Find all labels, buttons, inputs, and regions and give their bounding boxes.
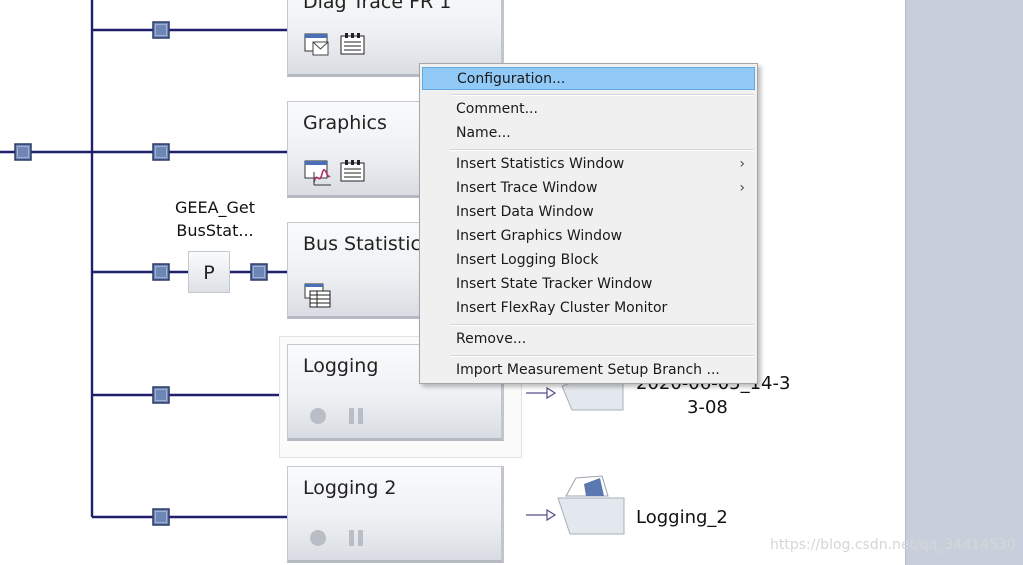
- menu-item-insert-data-window[interactable]: Insert Data Window: [422, 201, 755, 224]
- menu-separator: [450, 355, 754, 357]
- record-pause-icons: [310, 530, 363, 546]
- config-sheet-icon[interactable]: [340, 160, 366, 184]
- submenu-arrow-icon: ›: [739, 156, 745, 172]
- watermark-text: https://blog.csdn.net/qq_34414530: [770, 537, 1016, 553]
- menu-item-insert-graphics-window[interactable]: Insert Graphics Window: [422, 225, 755, 248]
- trace-window-icon[interactable]: [304, 33, 330, 57]
- logging-file-label-2: 3-08: [687, 397, 728, 418]
- logging2-file-folder-icon[interactable]: [556, 474, 626, 538]
- menu-item-insert-logging-block[interactable]: Insert Logging Block: [422, 249, 755, 272]
- function-node-p[interactable]: P: [188, 251, 230, 293]
- block-title: Logging 2: [303, 477, 397, 499]
- menu-item-insert-state-tracker-window[interactable]: Insert State Tracker Window: [422, 273, 755, 296]
- block-title: Diag Trace FR 1: [303, 0, 452, 13]
- menu-item-name[interactable]: Name...: [422, 122, 755, 145]
- menu-item-configuration[interactable]: Configuration...: [422, 67, 755, 90]
- menu-separator: [450, 324, 754, 326]
- config-sheet-icon[interactable]: [340, 33, 366, 57]
- submenu-arrow-icon: ›: [739, 180, 745, 196]
- right-side-panel: [905, 0, 1023, 565]
- menu-separator: [450, 149, 754, 151]
- function-node-label: GEEA_Get BusStat...: [174, 198, 256, 240]
- menu-item-insert-flexray-cluster-monitor[interactable]: Insert FlexRay Cluster Monitor: [422, 297, 755, 320]
- menu-separator: [450, 94, 754, 96]
- statistics-window-icon[interactable]: [304, 283, 332, 309]
- block-logging-2[interactable]: Logging 2: [287, 466, 504, 563]
- block-title: Graphics: [303, 112, 387, 134]
- measurement-setup-canvas[interactable]: Diag Trace FR 1 Graphics GEEA_Get BusSta…: [0, 0, 1023, 565]
- context-menu: Configuration... Comment... Name... Inse…: [419, 63, 758, 384]
- block-title: Logging: [303, 355, 379, 377]
- menu-item-import-measurement-setup-branch[interactable]: Import Measurement Setup Branch ...: [422, 359, 755, 382]
- menu-item-comment[interactable]: Comment...: [422, 98, 755, 121]
- graphics-window-icon[interactable]: [304, 160, 332, 186]
- menu-item-insert-trace-window[interactable]: Insert Trace Window ›: [422, 177, 755, 200]
- record-pause-icons: [310, 408, 363, 424]
- logging2-file-label: Logging_2: [636, 507, 728, 528]
- menu-item-insert-statistics-window[interactable]: Insert Statistics Window ›: [422, 153, 755, 176]
- block-title: Bus Statistics: [303, 233, 431, 255]
- menu-item-remove[interactable]: Remove...: [422, 328, 755, 351]
